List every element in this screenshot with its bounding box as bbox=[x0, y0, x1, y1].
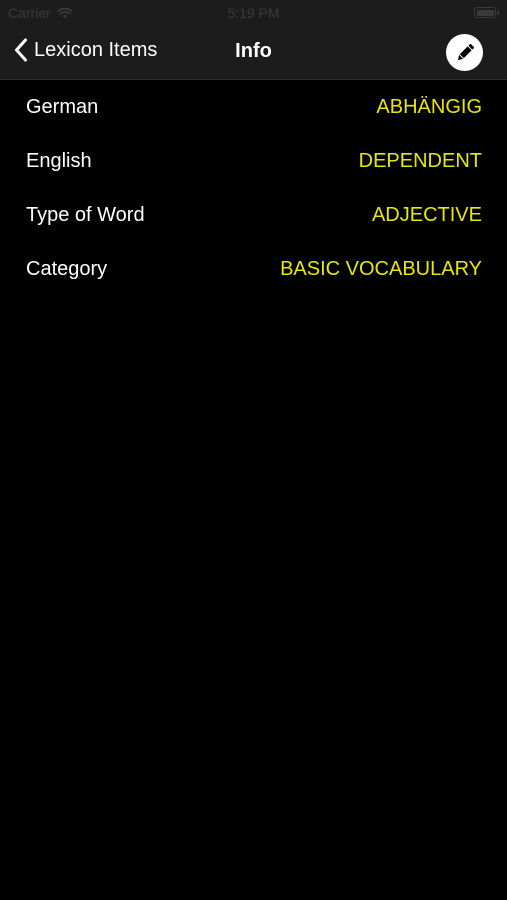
info-row-german: German ABHÄNGIG bbox=[0, 80, 507, 134]
row-label: Type of Word bbox=[26, 203, 145, 226]
page-title: Info bbox=[235, 40, 272, 62]
row-value: ABHÄNGIG bbox=[376, 95, 482, 118]
info-row-category: Category BASIC VOCABULARY bbox=[0, 242, 507, 296]
info-row-type-of-word: Type of Word ADJECTIVE bbox=[0, 188, 507, 242]
row-value: BASIC VOCABULARY bbox=[280, 257, 482, 280]
row-label: English bbox=[26, 149, 92, 172]
info-list: German ABHÄNGIG English DEPENDENT Type o… bbox=[0, 80, 507, 296]
row-value: DEPENDENT bbox=[358, 149, 482, 172]
status-time: 5:19 PM bbox=[227, 5, 280, 21]
row-value: ADJECTIVE bbox=[371, 203, 482, 226]
battery-icon bbox=[474, 7, 499, 18]
edit-button[interactable] bbox=[446, 34, 483, 71]
lexicon-info-screen: Carrier 5:19 PM Lexicon Items Info Germa… bbox=[0, 0, 507, 900]
status-bar: Carrier 5:19 PM bbox=[0, 0, 507, 26]
row-label: German bbox=[26, 95, 99, 118]
pencil-icon bbox=[457, 43, 474, 60]
navigation-bar: Lexicon Items Info bbox=[0, 26, 507, 80]
info-row-english: English DEPENDENT bbox=[0, 134, 507, 188]
row-label: Category bbox=[26, 257, 108, 280]
